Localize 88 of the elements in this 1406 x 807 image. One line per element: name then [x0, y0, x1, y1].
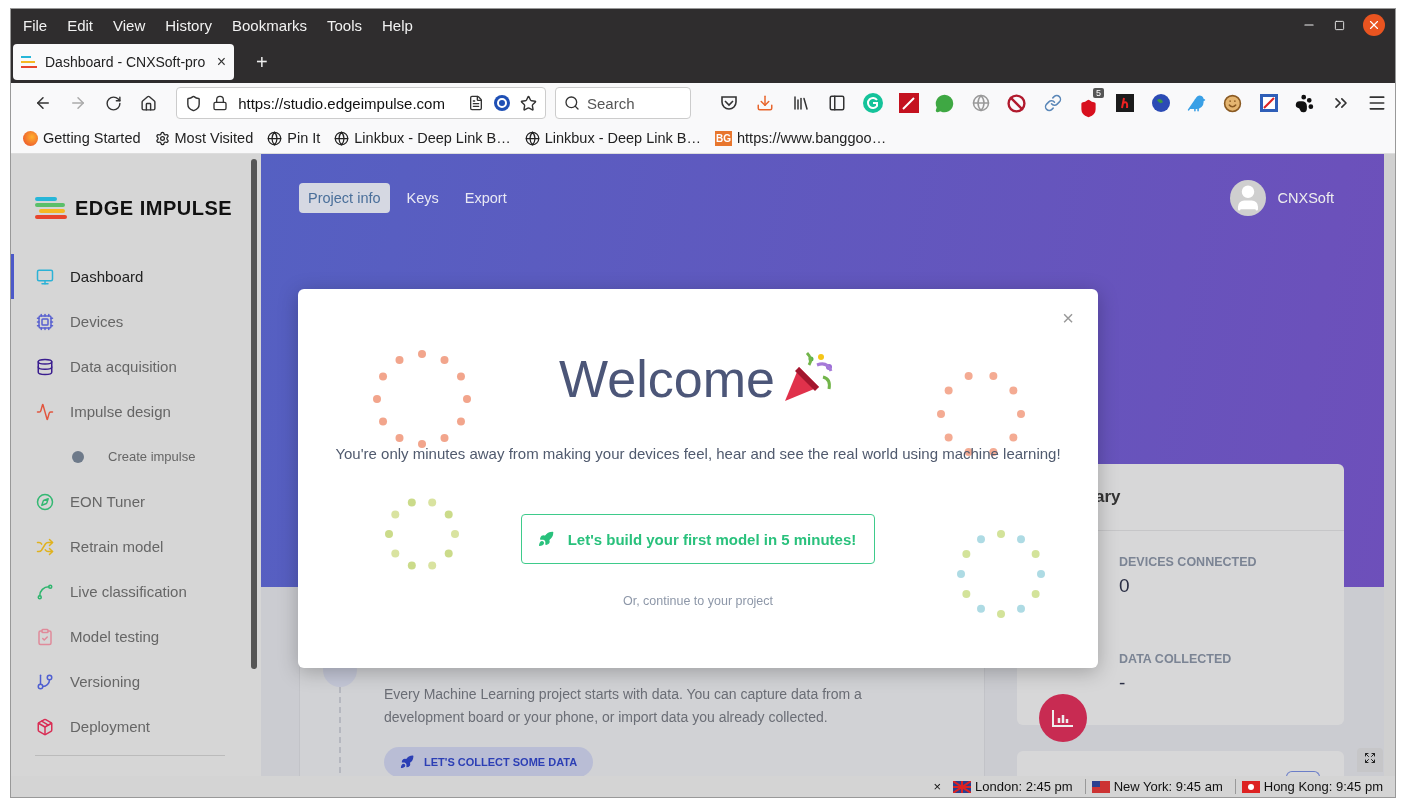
flag-icon	[953, 780, 972, 793]
header-tab[interactable]: Project info	[299, 183, 390, 213]
maximize-icon[interactable]	[1334, 19, 1345, 31]
stat-label: DEVICES CONNECTED	[1119, 555, 1257, 569]
a-circle-icon	[494, 95, 510, 111]
shield-icon	[1079, 99, 1099, 118]
logo-text: EDGE IMPULSE	[75, 196, 233, 220]
sidebar-item[interactable]: EON Tuner	[11, 479, 251, 524]
menu-item[interactable]: View	[111, 16, 156, 34]
reader-icon[interactable]	[468, 95, 484, 111]
close-button[interactable]	[1363, 14, 1385, 36]
sidebar-item[interactable]: Create impulse	[11, 434, 251, 479]
stat-value: -	[1119, 672, 1127, 694]
clipboard-check-icon	[36, 627, 54, 646]
clock-text: London: 2:45 pm	[975, 779, 1073, 794]
logo-icon	[35, 197, 67, 219]
sidebar-item[interactable]: Retrain model	[11, 524, 251, 569]
search-icon	[564, 95, 580, 111]
chart-circle-icon	[1039, 694, 1087, 742]
search-field[interactable]: Search	[555, 87, 691, 119]
sidebar-item[interactable]: Live classification	[11, 569, 251, 614]
scrollbar-track[interactable]	[1384, 154, 1395, 776]
sidebar-item[interactable]: Model testing	[11, 614, 251, 659]
menu-item[interactable]: History	[163, 16, 222, 34]
globe-icon	[267, 130, 283, 146]
branch-icon	[36, 672, 54, 691]
cube-icon	[36, 717, 54, 736]
browser-tab[interactable]: Dashboard - CNXSoft-pro ×	[13, 44, 234, 80]
count-badge: 5	[1092, 88, 1104, 98]
collect-data-button[interactable]: LET'S COLLECT SOME DATA	[384, 747, 594, 776]
tab-close-button[interactable]: ×	[216, 53, 226, 71]
header-tab[interactable]: Export	[455, 183, 516, 213]
flag-icon	[1241, 780, 1260, 793]
header-tab[interactable]: Keys	[397, 183, 448, 213]
globe-icon	[524, 130, 540, 146]
menu-item[interactable]: File	[21, 16, 58, 34]
expand-icon	[1364, 752, 1376, 764]
browser-logo-icon	[23, 130, 38, 146]
user-name: CNXSoft	[1277, 190, 1334, 206]
lock-icon	[212, 95, 229, 111]
bookmark-item[interactable]: Most Visited	[154, 130, 254, 146]
scrollbar-thumb[interactable]	[251, 159, 257, 669]
close-button[interactable]: ×	[933, 779, 942, 794]
compass-icon	[36, 492, 54, 511]
dialog-message: You're only minutes away from making your devices feel, hear and see the real world using machine learning!	[335, 445, 1061, 462]
sidebar-item[interactable]: Data acquisition	[11, 344, 251, 389]
tab-title: Dashboard - CNXSoft-pro	[45, 54, 207, 70]
shield-icon	[185, 94, 203, 112]
menu-item[interactable]: Tools	[325, 16, 372, 34]
database-icon	[36, 357, 54, 376]
sidebar-item[interactable]: Deployment	[11, 704, 251, 749]
sidebar-item[interactable]: Impulse design	[11, 389, 251, 434]
flag-icon	[1091, 780, 1110, 793]
menu-item[interactable]: Help	[380, 16, 423, 34]
avatar-icon	[1229, 180, 1266, 216]
stat-value: 0	[1119, 575, 1131, 597]
bullet-icon	[72, 450, 84, 463]
shield-button[interactable]: 5	[1071, 88, 1107, 118]
bookmark-item[interactable]: Getting Started	[23, 130, 141, 146]
gear-icon	[154, 130, 170, 146]
sidebar-item[interactable]: Versioning	[11, 659, 251, 704]
clock-text: Hong Kong: 9:45 pm	[1263, 779, 1383, 794]
curve-icon	[36, 582, 54, 601]
clock-text: New York: 9:45 am	[1113, 779, 1223, 794]
star-icon[interactable]	[520, 94, 537, 112]
pulse-icon	[36, 402, 54, 421]
close-icon	[1367, 18, 1381, 32]
site-icon: BG	[715, 130, 732, 146]
rocket-icon	[400, 755, 414, 769]
shuffle-icon	[36, 537, 54, 556]
new-tab-button[interactable]: +	[248, 50, 276, 74]
bookmark-item[interactable]: Linkbux - Deep Link B…	[334, 130, 511, 146]
dialog-title: Welcome	[559, 353, 775, 405]
monitor-icon	[36, 267, 54, 286]
url-field[interactable]: https://studio.edgeimpulse.com	[176, 87, 546, 119]
stacked-bars-icon	[21, 56, 37, 68]
bookmark-item[interactable]: Pin It	[267, 130, 321, 146]
expand-button[interactable]	[1357, 748, 1383, 772]
bookmark-item[interactable]: Linkbux - Deep Link B…	[524, 130, 701, 146]
menu-item[interactable]: Bookmarks	[229, 16, 317, 34]
globe-icon	[334, 130, 350, 146]
chip-icon	[36, 312, 54, 331]
bookmark-item[interactable]: BG https://www.banggoo…	[715, 130, 887, 146]
description-text: Every Machine Learning project starts with data. You can capture data from a development board or your phone, or import data you already collected.	[384, 685, 863, 727]
stat-label: DATA COLLECTED	[1119, 652, 1232, 666]
menu-item[interactable]: Edit	[65, 16, 104, 34]
rocket-icon	[537, 531, 554, 547]
sidebar-item[interactable]: Devices	[11, 299, 251, 344]
